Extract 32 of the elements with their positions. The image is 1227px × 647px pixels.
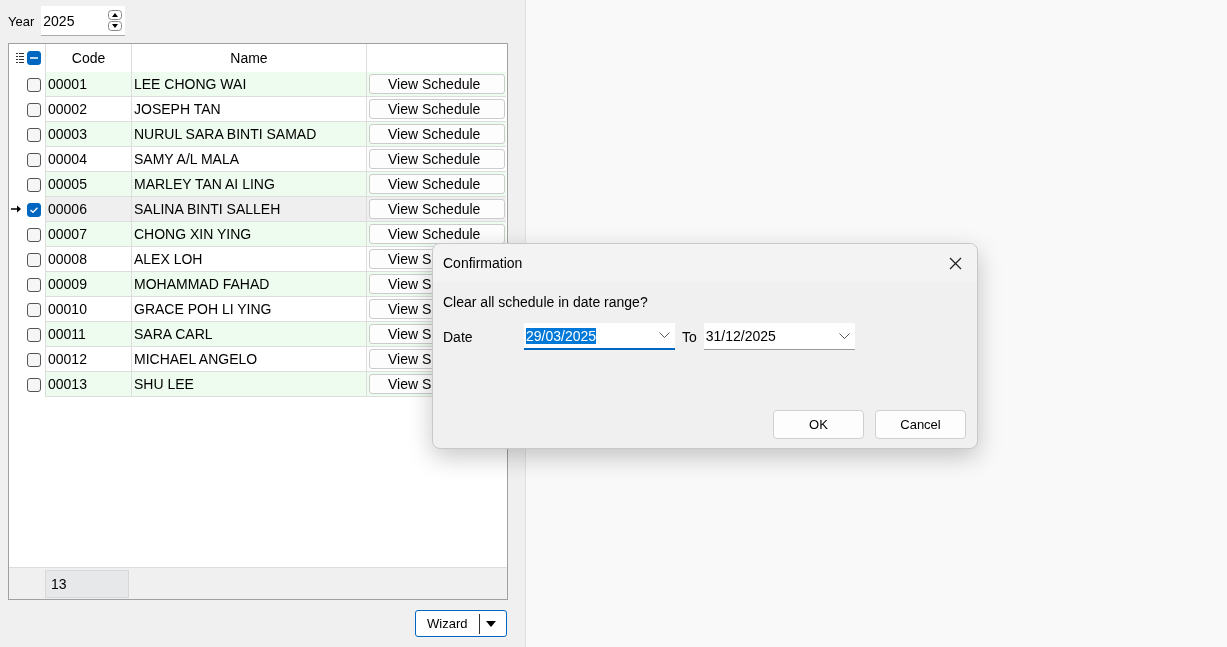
code-cell: 00001: [48, 76, 87, 92]
name-cell: SARA CARL: [134, 326, 213, 342]
code-cell: 00005: [48, 176, 87, 192]
row-count-cell: 13: [45, 569, 129, 598]
year-label: Year: [8, 13, 35, 29]
name-cell: SAMY A/L MALA: [134, 151, 240, 167]
date-label: Date: [443, 328, 474, 345]
name-cell: JOSEPH TAN: [134, 101, 221, 117]
name-cell: CHONG XIN YING: [134, 226, 252, 242]
code-cell: 00008: [48, 251, 87, 267]
code-cell: 00011: [48, 326, 86, 342]
name-cell: LEE CHONG WAI: [134, 76, 247, 92]
code-cell: 00006: [48, 201, 87, 217]
name-cell: GRACE POH LI YING: [134, 301, 272, 317]
name-cell: SHU LEE: [134, 376, 194, 392]
name-cell: NURUL SARA BINTI SAMAD: [134, 126, 317, 142]
code-cell: 00003: [48, 126, 87, 142]
name-cell: MARLEY TAN AI LING: [134, 176, 275, 192]
name-cell: ALEX LOH: [134, 251, 203, 267]
code-cell: 00002: [48, 101, 87, 117]
name-cell: MICHAEL ANGELO: [134, 351, 258, 367]
code-cell: 00013: [48, 376, 87, 392]
name-cell: MOHAMMAD FAHAD: [134, 276, 270, 292]
code-cell: 00004: [48, 151, 87, 167]
code-cell: 00010: [48, 301, 87, 317]
code-cell: 00007: [48, 226, 87, 242]
code-cell: 00009: [48, 276, 87, 292]
dialog-message: Clear all schedule in date range?: [443, 294, 649, 312]
dialog-title: Confirmation: [443, 255, 523, 271]
name-cell: SALINA BINTI SALLEH: [134, 201, 281, 217]
code-cell: 00012: [48, 351, 87, 367]
to-label: To: [682, 328, 697, 345]
